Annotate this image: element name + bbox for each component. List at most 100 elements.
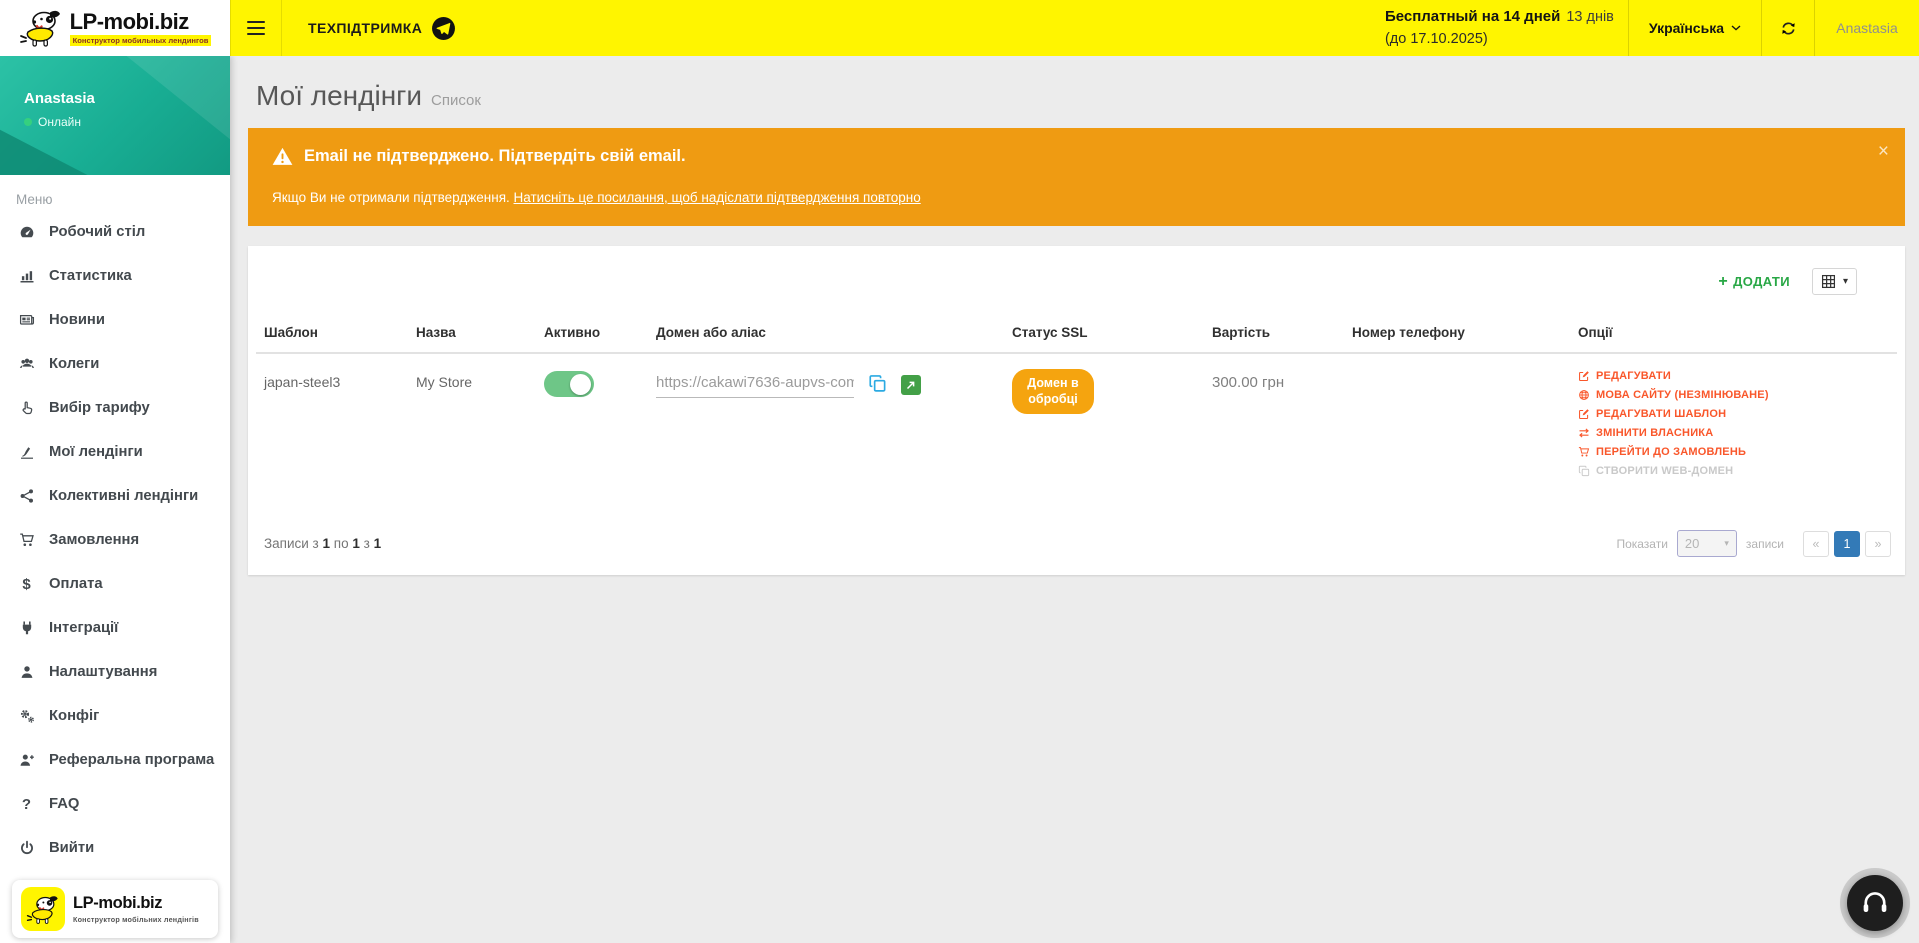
support-link[interactable]: ТЕХПІДТРИМКА <box>282 0 482 56</box>
support-chat-button[interactable] <box>1847 875 1903 931</box>
page-size-select[interactable]: 20 ▾ <box>1677 530 1737 557</box>
gears-icon <box>19 708 35 724</box>
news-icon <box>19 312 35 328</box>
columns-dropdown-button[interactable]: ▾ <box>1812 268 1857 295</box>
question-icon: ? <box>17 796 36 813</box>
option-edit-link[interactable]: РЕДАГУВАТИ <box>1578 370 1889 382</box>
caret-down-icon: ▾ <box>1724 538 1729 549</box>
hand-pointer-icon <box>19 400 35 416</box>
page-header: Мої лендінгиСписок <box>248 56 1905 128</box>
plug-icon <box>19 620 35 636</box>
copy-domain-button[interactable] <box>868 374 887 396</box>
sidebar-username: Anastasia <box>24 90 230 107</box>
col-header-phone: Номер телефону <box>1344 315 1570 353</box>
sidebar: Anastasia Онлайн Меню Робочий стіл Стати… <box>0 56 230 943</box>
prev-page-button[interactable]: « <box>1803 531 1829 557</box>
edit-icon <box>1578 370 1590 382</box>
cell-price: 300.00 грн <box>1204 353 1344 500</box>
page-1-button[interactable]: 1 <box>1834 531 1860 557</box>
online-status: Онлайн <box>24 115 230 129</box>
cell-template: japan-steel3 <box>256 353 408 500</box>
topbar-username[interactable]: Anastasia <box>1815 0 1919 56</box>
pagination: « 1 » <box>1803 531 1891 557</box>
banner-text: Якщо Ви не отримали підтвердження. <box>272 190 514 205</box>
sidebar-item-news[interactable]: Новини <box>0 298 230 342</box>
option-edit-template-link[interactable]: РЕДАГУВАТИ ШАБЛОН <box>1578 408 1889 420</box>
col-header-price: Вартість <box>1204 315 1344 353</box>
footer-logo-title: LP-mobi.biz <box>73 894 199 913</box>
cell-name: My Store <box>408 353 536 500</box>
copy-icon <box>868 374 887 393</box>
open-domain-button[interactable] <box>901 375 921 395</box>
domain-input[interactable] <box>656 372 854 398</box>
sidebar-item-tariff[interactable]: Вибір тарифу <box>0 386 230 430</box>
cart-icon <box>1578 446 1590 458</box>
ssl-status-badge: Домен в обробці <box>1012 369 1094 414</box>
table-row: japan-steel3 My Store <box>256 353 1897 500</box>
language-selector[interactable]: Українська <box>1629 0 1761 56</box>
dashboard-icon <box>19 224 35 240</box>
sidebar-item-settings[interactable]: Налаштування <box>0 650 230 694</box>
sidebar-item-orders[interactable]: Замовлення <box>0 518 230 562</box>
language-label: Українська <box>1649 20 1724 36</box>
sidebar-item-config[interactable]: Конфіг <box>0 694 230 738</box>
option-go-to-orders-link[interactable]: ПЕРЕЙТИ ДО ЗАМОВЛЕНЬ <box>1578 446 1889 458</box>
power-icon <box>19 840 35 856</box>
sidebar-item-logout[interactable]: Вийти <box>0 826 230 870</box>
warning-icon <box>272 147 293 166</box>
sidebar-toggle-button[interactable] <box>230 0 282 56</box>
sidebar-item-collective-landings[interactable]: Колективні лендінги <box>0 474 230 518</box>
refresh-button[interactable] <box>1762 0 1814 56</box>
col-header-name: Назва <box>408 315 536 353</box>
telegram-icon <box>431 16 456 41</box>
sidebar-item-colleagues[interactable]: Колеги <box>0 342 230 386</box>
options-list: РЕДАГУВАТИ МОВА САЙТУ (НЕЗМІНЮВАНЕ) РЕДА… <box>1578 370 1889 477</box>
active-toggle[interactable] <box>544 371 594 397</box>
exchange-icon <box>1578 427 1590 439</box>
trial-info: Бесплатный на 14 дней13 днів (до 17.10.2… <box>1385 0 1628 56</box>
trial-until: (до 17.10.2025) <box>1385 29 1614 51</box>
col-header-active: Активно <box>536 315 648 353</box>
footer-logo-badge <box>21 887 65 931</box>
dog-mascot-icon <box>26 894 60 925</box>
header-logo[interactable]: LP-mobi.biz Конструктор мобильных лендин… <box>0 0 230 56</box>
menu-section-label: Меню <box>16 192 230 207</box>
headset-icon <box>1861 889 1889 917</box>
support-label: ТЕХПІДТРИМКА <box>308 20 422 36</box>
sidebar-item-faq[interactable]: ?FAQ <box>0 782 230 826</box>
page-subtitle: Список <box>431 92 481 109</box>
next-page-button[interactable]: » <box>1865 531 1891 557</box>
col-header-ssl: Статус SSL <box>1004 315 1204 353</box>
sidebar-item-my-landings[interactable]: Мої лендінги <box>0 430 230 474</box>
sidebar-item-dashboard[interactable]: Робочий стіл <box>0 210 230 254</box>
main-content: Мої лендінгиСписок × Email не підтвердже… <box>230 56 1919 943</box>
resend-confirmation-link[interactable]: Натисніть це посилання, щоб надіслати пі… <box>514 190 921 205</box>
share-icon <box>19 488 35 504</box>
sidebar-item-integrations[interactable]: Інтеграції <box>0 606 230 650</box>
user-plus-icon <box>19 752 35 768</box>
table-footer: Записи з 1 по 1 з 1 Показати 20 ▾ записи… <box>256 530 1897 557</box>
app-root: LP-mobi.biz Конструктор мобильных лендин… <box>0 0 1919 943</box>
sidebar-item-payment[interactable]: $Оплата <box>0 562 230 606</box>
grid-icon <box>1821 274 1836 289</box>
refresh-icon <box>1780 20 1797 37</box>
close-icon[interactable]: × <box>1878 142 1889 161</box>
col-header-domain: Домен або аліас <box>648 315 1004 353</box>
trial-days-left: 13 днів <box>1566 9 1614 25</box>
records-summary: Записи з 1 по 1 з 1 <box>264 536 381 551</box>
external-link-icon <box>905 379 917 391</box>
dog-mascot-icon <box>19 8 63 48</box>
sidebar-item-referral[interactable]: Реферальна програма <box>0 738 230 782</box>
users-icon <box>19 356 35 372</box>
cell-phone <box>1344 353 1570 500</box>
landings-icon <box>19 444 35 460</box>
online-dot-icon <box>24 118 32 126</box>
sidebar-item-statistics[interactable]: Статистика <box>0 254 230 298</box>
sidebar-footer-logo[interactable]: LP-mobi.biz Конструктор мобільних лендін… <box>12 880 218 938</box>
option-site-language-link[interactable]: МОВА САЙТУ (НЕЗМІНЮВАНЕ) <box>1578 389 1889 401</box>
plus-icon: + <box>1718 274 1728 290</box>
option-change-owner-link[interactable]: ЗМІНИТИ ВЛАСНИКА <box>1578 427 1889 439</box>
col-header-options: Опції <box>1570 315 1897 353</box>
chevron-down-icon <box>1731 25 1741 31</box>
add-landing-button[interactable]: + ДОДАТИ <box>1718 274 1790 290</box>
